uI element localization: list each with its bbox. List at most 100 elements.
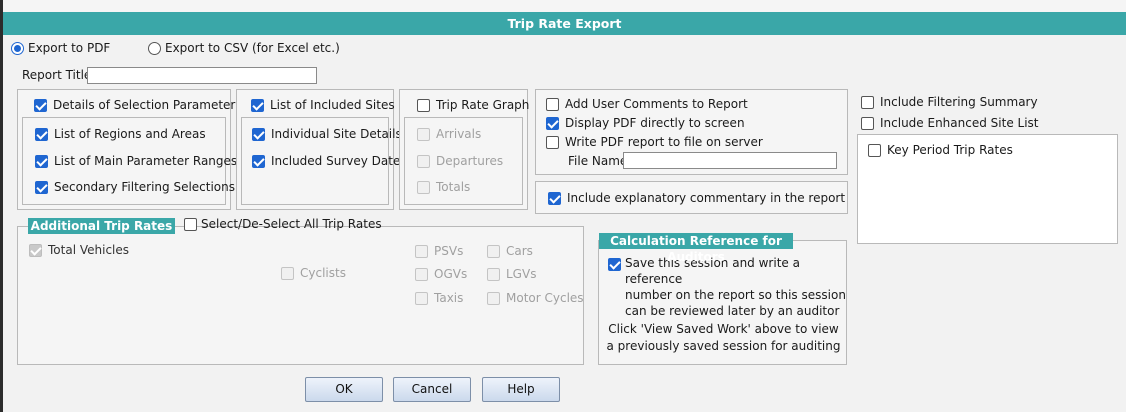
export-csv-radio-row[interactable]: Export to CSV (for Excel etc.) <box>148 41 340 55</box>
cyclists-checkbox[interactable] <box>281 266 294 280</box>
included-sites-option[interactable]: List of Included Sites <box>251 98 395 112</box>
commentary-panel: Include explanatory commentary in the re… <box>535 181 848 214</box>
main-parameter-ranges-label: List of Main Parameter Ranges <box>54 154 238 168</box>
add-comments-option[interactable]: Add User Comments to Report <box>546 97 748 111</box>
arrivals-option[interactable]: Arrivals <box>417 127 481 141</box>
cyclists-option[interactable]: Cyclists <box>281 266 346 280</box>
included-survey-dates-option[interactable]: Included Survey Dates <box>252 154 407 168</box>
cars-option[interactable]: Cars <box>487 244 533 258</box>
cars-label: Cars <box>506 244 533 258</box>
ogvs-label: OGVs <box>434 267 468 281</box>
total-vehicles-checkbox[interactable] <box>29 243 42 257</box>
help-button[interactable]: Help <box>482 377 560 402</box>
main-parameter-ranges-checkbox[interactable] <box>35 154 48 168</box>
enhanced-site-list-checkbox[interactable] <box>861 116 874 130</box>
arrivals-checkbox[interactable] <box>417 127 430 141</box>
motor-cycles-option[interactable]: Motor Cycles <box>487 291 584 305</box>
write-pdf-checkbox[interactable] <box>546 135 559 149</box>
key-period-checkbox[interactable] <box>868 143 881 157</box>
trip-rate-graph-checkbox[interactable] <box>417 98 430 112</box>
export-pdf-radio[interactable] <box>11 41 24 55</box>
lgvs-checkbox[interactable] <box>487 267 500 281</box>
display-pdf-checkbox[interactable] <box>546 116 559 130</box>
main-parameter-ranges-option[interactable]: List of Main Parameter Ranges <box>35 154 237 168</box>
included-survey-dates-checkbox[interactable] <box>252 154 265 168</box>
auditor-note-line-2: a previously saved session for auditing <box>606 339 841 353</box>
filtering-summary-checkbox[interactable] <box>861 95 874 109</box>
auditor-note: Click 'View Saved Work' above to view a … <box>599 321 848 355</box>
save-session-line-3: can be reviewed later by an auditor <box>625 304 840 318</box>
commentary-label: Include explanatory commentary in the re… <box>567 191 846 205</box>
individual-site-details-checkbox[interactable] <box>252 127 265 141</box>
included-sites-panel: List of Included Sites Individual Site D… <box>236 89 407 210</box>
export-csv-radio[interactable] <box>148 41 161 55</box>
filtering-summary-option[interactable]: Include Filtering Summary <box>861 95 1038 109</box>
individual-site-details-option[interactable]: Individual Site Details <box>252 127 402 141</box>
secondary-filtering-checkbox[interactable] <box>35 180 48 194</box>
cancel-button[interactable]: Cancel <box>393 377 471 402</box>
graph-subitems-box: Arrivals Departures Totals <box>404 117 523 205</box>
select-all-trip-rates-option[interactable]: Select/De-Select All Trip Rates <box>184 217 382 231</box>
ok-button[interactable]: OK <box>305 377 383 402</box>
arrivals-label: Arrivals <box>436 127 482 141</box>
taxis-option[interactable]: Taxis <box>415 291 463 305</box>
totals-checkbox[interactable] <box>417 180 430 194</box>
cars-checkbox[interactable] <box>487 244 500 258</box>
save-session-line-1: Save this session and write a reference <box>625 256 800 286</box>
psvs-option[interactable]: PSVs <box>415 244 463 258</box>
trip-rate-graph-option[interactable]: Trip Rate Graph <box>417 98 529 112</box>
key-period-panel: Key Period Trip Rates <box>857 134 1118 244</box>
psvs-label: PSVs <box>434 244 464 258</box>
included-sites-checkbox[interactable] <box>251 98 264 112</box>
taxis-label: Taxis <box>434 291 464 305</box>
filtering-summary-label: Include Filtering Summary <box>880 95 1038 109</box>
dialog-title: Trip Rate Export <box>3 12 1126 35</box>
commentary-option[interactable]: Include explanatory commentary in the re… <box>548 191 845 205</box>
add-comments-checkbox[interactable] <box>546 97 559 111</box>
ogvs-option[interactable]: OGVs <box>415 267 467 281</box>
regions-areas-option[interactable]: List of Regions and Areas <box>35 127 206 141</box>
totals-option[interactable]: Totals <box>417 180 470 194</box>
total-vehicles-option[interactable]: Total Vehicles <box>29 243 129 257</box>
ogvs-checkbox[interactable] <box>415 267 428 281</box>
auditors-header: Calculation Reference for Auditors <box>599 233 793 264</box>
write-pdf-label: Write PDF report to file on server <box>565 135 763 149</box>
enhanced-site-list-option[interactable]: Include Enhanced Site List <box>861 116 1039 130</box>
motor-cycles-checkbox[interactable] <box>487 291 500 305</box>
report-title-input[interactable] <box>87 67 317 84</box>
additional-trip-rates-header: Additional Trip Rates <box>28 218 175 234</box>
additional-trip-rates-panel: Total Vehicles Cyclists PSVs OGVs Taxis … <box>17 226 584 365</box>
trip-rate-graph-label: Trip Rate Graph <box>436 98 530 112</box>
commentary-checkbox[interactable] <box>548 191 561 205</box>
select-all-trip-rates-label: Select/De-Select All Trip Rates <box>201 217 382 231</box>
export-pdf-radio-row[interactable]: Export to PDF <box>11 41 110 55</box>
save-session-text: Save this session and write a reference … <box>625 255 846 319</box>
lgvs-option[interactable]: LGVs <box>487 267 536 281</box>
details-selection-params-checkbox[interactable] <box>34 98 47 112</box>
taxis-checkbox[interactable] <box>415 291 428 305</box>
departures-option[interactable]: Departures <box>417 154 503 168</box>
secondary-filtering-option[interactable]: Secondary Filtering Selections <box>35 180 235 194</box>
write-pdf-option[interactable]: Write PDF report to file on server <box>546 135 763 149</box>
psvs-checkbox[interactable] <box>415 244 428 258</box>
selection-subitems-box: List of Regions and Areas List of Main P… <box>22 117 237 205</box>
file-name-input[interactable] <box>623 152 837 169</box>
details-selection-params-option[interactable]: Details of Selection Parameters <box>34 98 242 112</box>
totals-label: Totals <box>436 180 471 194</box>
auditor-note-line-1: Click 'View Saved Work' above to view <box>608 322 839 336</box>
trip-rate-graph-panel: Trip Rate Graph Arrivals Departures Tota… <box>399 89 529 210</box>
regions-areas-checkbox[interactable] <box>35 127 48 141</box>
key-period-option[interactable]: Key Period Trip Rates <box>868 143 1013 157</box>
included-survey-dates-label: Included Survey Dates <box>271 154 407 168</box>
display-pdf-option[interactable]: Display PDF directly to screen <box>546 116 745 130</box>
display-pdf-label: Display PDF directly to screen <box>565 116 745 130</box>
motor-cycles-label: Motor Cycles <box>506 291 584 305</box>
individual-site-details-label: Individual Site Details <box>271 127 402 141</box>
save-session-checkbox[interactable] <box>608 258 621 271</box>
select-all-trip-rates-checkbox[interactable] <box>184 217 197 231</box>
regions-areas-label: List of Regions and Areas <box>54 127 206 141</box>
cyclists-label: Cyclists <box>300 266 346 280</box>
window-left-edge <box>0 0 3 412</box>
departures-checkbox[interactable] <box>417 154 430 168</box>
included-sites-label: List of Included Sites <box>270 98 395 112</box>
